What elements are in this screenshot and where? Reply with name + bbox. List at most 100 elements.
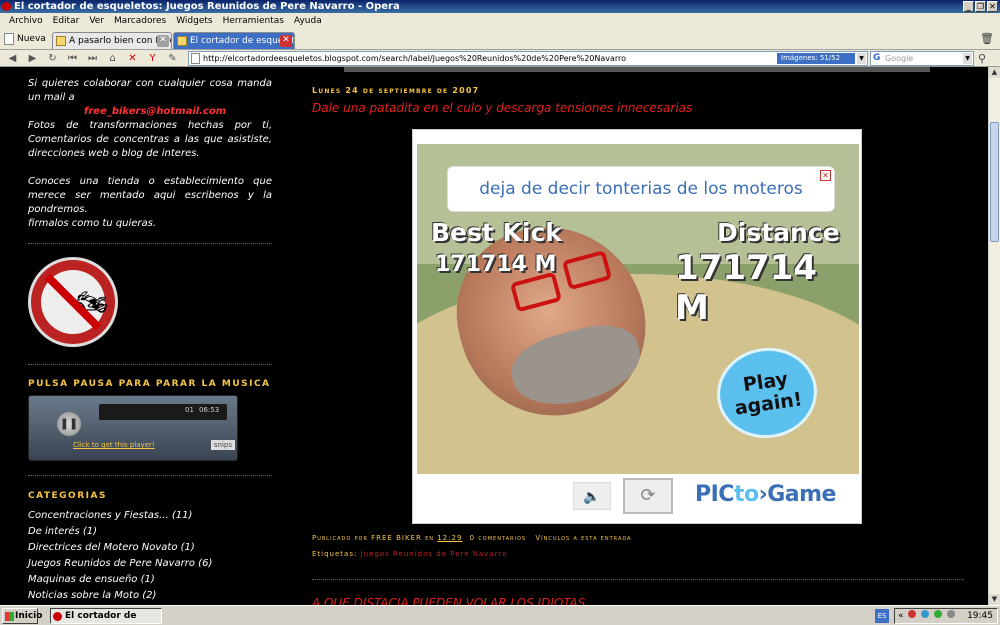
url-field[interactable]: http://elcortadordeesqueletos.blogspot.c…: [188, 51, 868, 66]
game-canvas[interactable]: deja de decir tonterias de los moteros ✕…: [417, 144, 859, 474]
page-icon: [191, 53, 200, 64]
tab-close-icon[interactable]: ✕: [280, 35, 292, 47]
collab-text: Fotos de transformaciones hechas por ti,…: [28, 120, 272, 159]
shops-text: Conoces una tienda o establecimiento que…: [28, 176, 272, 215]
web-page: Si quieres colaborar con cualquier cosa …: [0, 67, 988, 605]
menu-ver[interactable]: Ver: [84, 16, 109, 26]
back-icon[interactable]: ◀: [6, 52, 19, 65]
tray-expand-icon[interactable]: «: [898, 611, 904, 621]
guardarrailes-asesinos-logo[interactable]: 🏍: [28, 257, 118, 347]
favicon-icon: [177, 36, 187, 46]
scroll-thumb[interactable]: [990, 122, 999, 242]
search-input[interactable]: G Google ▼: [870, 51, 974, 66]
menu-editar[interactable]: Editar: [48, 16, 85, 26]
clock: 19:45: [967, 611, 993, 621]
reload-icon[interactable]: ↻: [46, 52, 59, 65]
opera-window: El cortador de esqueletos: Juegos Reunid…: [0, 0, 1000, 625]
banner-text: deja de decir tonterias de los moteros: [479, 179, 803, 199]
system-tray: « 19:45: [894, 608, 998, 624]
post-labels: Etiquetas: Juegos Reunidos de Pere Navar…: [312, 550, 508, 558]
collab-intro-text: Si quieres colaborar con cualquier cosa …: [28, 78, 272, 103]
tab-pasarlo-bien[interactable]: A pasarlo bien con Pere ... ✕: [52, 32, 172, 49]
player-time-2: 06:53: [199, 406, 220, 414]
vertical-scrollbar[interactable]: ▲ ▼: [988, 67, 1000, 605]
tab-cortador-esqueletos[interactable]: El cortador de esqueleto... ✕: [173, 32, 295, 49]
pictogame-logo[interactable]: PICto›Game: [695, 482, 836, 507]
security-icon[interactable]: [934, 610, 943, 618]
post-title[interactable]: Dale una patadita en el culo y descarga …: [312, 101, 692, 115]
start-button[interactable]: Inicio: [2, 608, 42, 624]
forward-icon[interactable]: ▶: [26, 52, 39, 65]
category-link[interactable]: De interés (1): [28, 524, 272, 540]
fast-forward-icon[interactable]: ⏭: [86, 52, 99, 65]
network-icon[interactable]: [921, 610, 930, 618]
distance-value: 171714 M: [675, 248, 817, 328]
play-pause-button[interactable]: ❚❚: [57, 412, 81, 436]
category-link[interactable]: Juegos Reunidos de Pere Navarro (6): [28, 556, 272, 572]
get-player-link[interactable]: Click to get this player!: [73, 441, 155, 449]
menu-marcadores[interactable]: Marcadores: [109, 16, 171, 26]
comments-link[interactable]: 0 comentarios: [470, 534, 526, 542]
new-tab-button[interactable]: Nueva: [4, 31, 46, 47]
home-icon[interactable]: ⌂: [106, 52, 119, 65]
scroll-up-icon[interactable]: ▲: [989, 67, 1000, 78]
opera-icon: [53, 612, 62, 621]
volume-icon[interactable]: [947, 610, 956, 618]
meta-author: Publicado por FREE BIKER en: [312, 534, 434, 542]
chevron-down-icon[interactable]: ▼: [963, 53, 972, 64]
trash-icon[interactable]: 🗑: [980, 32, 994, 45]
google-icon: G: [873, 53, 881, 63]
url-text: http://elcortadordeesqueletos.blogspot.c…: [203, 54, 627, 63]
music-heading: PULSA PAUSA PARA PARAR LA MUSICA: [28, 379, 271, 389]
close-icon[interactable]: ✕: [820, 170, 831, 181]
blog-sidebar: Si quieres colaborar con cualquier cosa …: [28, 67, 272, 601]
chevron-down-icon[interactable]: ▼: [857, 53, 866, 64]
scroll-down-icon[interactable]: ▼: [989, 594, 1000, 605]
new-tab-label: Nueva: [17, 34, 46, 44]
restore-button[interactable]: ❐: [975, 1, 986, 12]
window-title: El cortador de esqueletos: Juegos Reunid…: [14, 1, 400, 12]
next-post-title[interactable]: A QUE DISTACIA PUEDEN VOLAR LOS IDIOTAS: [312, 596, 585, 605]
category-link[interactable]: Concentraciones y Fiestas... (11): [28, 508, 272, 524]
category-link[interactable]: Noticias sobre la Moto (2): [28, 588, 272, 604]
windows-icon: [5, 612, 14, 621]
tab-bar: Nueva A pasarlo bien con Pere ... ✕ El c…: [0, 29, 1000, 50]
menu-herramientas[interactable]: Herramientas: [218, 16, 289, 26]
close-button[interactable]: ✕: [987, 1, 998, 12]
sound-icon[interactable]: 🔈: [573, 482, 611, 510]
search-icon[interactable]: ⚲: [978, 52, 986, 65]
tab-close-icon[interactable]: ✕: [157, 35, 169, 47]
game-banner: deja de decir tonterias de los moteros ✕: [447, 166, 835, 212]
distance-label: Distance: [717, 218, 840, 247]
player-screen: 01 06:53: [99, 404, 227, 420]
stop-icon[interactable]: ✕: [126, 52, 139, 65]
label-link[interactable]: Juegos Reunidos de Pere Navarro: [361, 550, 508, 558]
post-meta: Publicado por FREE BIKER en 12:29 0 come…: [312, 534, 632, 542]
language-indicator[interactable]: ES: [875, 609, 889, 623]
snips-logo[interactable]: snips: [210, 440, 235, 450]
menu-ayuda[interactable]: Ayuda: [289, 16, 327, 26]
category-link[interactable]: Directrices del Motero Novato (1): [28, 540, 272, 556]
taskbar-item-opera[interactable]: El cortador de esquel...: [50, 608, 162, 624]
sign-text: firmalos como tu quieras.: [28, 218, 157, 229]
search-placeholder: Google: [885, 54, 914, 63]
divider: [28, 475, 272, 476]
edit-icon[interactable]: ✎: [166, 52, 179, 65]
meta-time-link[interactable]: 12:29: [437, 534, 462, 542]
flash-game[interactable]: deja de decir tonterias de los moteros ✕…: [412, 129, 862, 524]
divider: [312, 579, 964, 580]
wand-icon[interactable]: Y: [146, 52, 159, 65]
page-icon: [4, 33, 14, 45]
address-toolbar: ◀ ▶ ↻ ⏮ ⏭ ⌂ ✕ Y ✎ http://elcortadordeesq…: [0, 50, 1000, 67]
backlinks-link[interactable]: Vínculos a esta entrada: [535, 534, 631, 542]
menu-archivo[interactable]: Archivo: [4, 16, 48, 26]
minimize-button[interactable]: _: [963, 1, 974, 12]
opera-icon: [2, 2, 11, 11]
email-link[interactable]: free_bikers@hotmail.com: [28, 105, 272, 119]
menu-widgets[interactable]: Widgets: [171, 16, 217, 26]
antivirus-icon[interactable]: [908, 610, 917, 618]
rewind-icon[interactable]: ⏮: [66, 52, 79, 65]
replay-icon[interactable]: ⟳: [623, 478, 673, 514]
category-link[interactable]: Maquinas de ensueño (1): [28, 572, 272, 588]
glasses-icon: [509, 271, 563, 313]
